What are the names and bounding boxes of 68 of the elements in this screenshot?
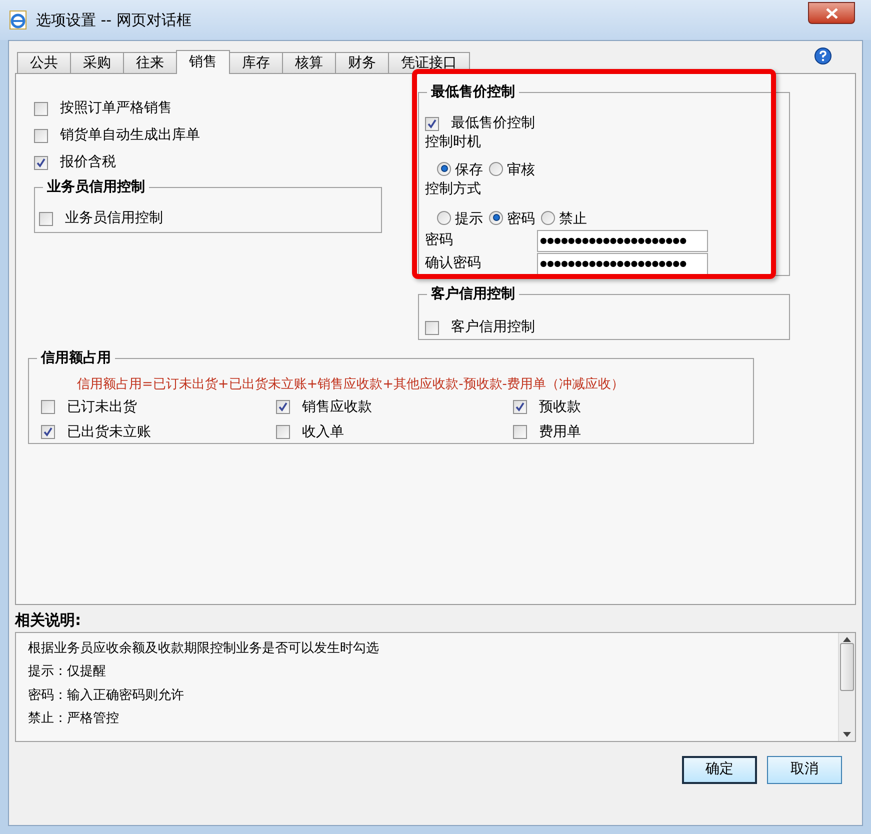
- checkmark-icon: [36, 158, 46, 168]
- password-field[interactable]: ●●●●●●●●●●●●●●●●●●●●●: [537, 252, 708, 274]
- radio-label: 保存: [455, 161, 483, 180]
- note-line: 提示：仅提醒: [28, 663, 107, 681]
- checkbox-label: 已订未出货: [67, 398, 137, 416]
- password-field[interactable]: ●●●●●●●●●●●●●●●●●●●●●: [537, 230, 708, 252]
- window-title: 选项设置 -- 网页对话框: [36, 10, 192, 31]
- dialog-button[interactable]: 确定: [682, 756, 757, 784]
- note-line: 密码：输入正确密码则允许: [28, 686, 185, 704]
- checkmark-icon: [278, 402, 288, 412]
- checkbox[interactable]: [39, 212, 53, 226]
- checkbox-label: 客户信用控制: [451, 318, 535, 337]
- checkbox[interactable]: [276, 425, 290, 439]
- tab[interactable]: 库存: [229, 52, 283, 73]
- radio-button[interactable]: [489, 162, 503, 176]
- checkbox[interactable]: [425, 320, 439, 334]
- checkmark-icon: [43, 427, 53, 437]
- checkbox[interactable]: [34, 128, 48, 142]
- radio-label: 禁止: [559, 210, 587, 229]
- checkbox[interactable]: [276, 400, 290, 414]
- checkbox-label: 业务员信用控制: [65, 209, 163, 228]
- formula-text: 信用额占用=已订未出货+已出货未立账+销售应收款+其他应收款-预收款-费用单（冲减应收）: [76, 376, 625, 394]
- checkbox-label: 销货单自动生成出库单: [60, 126, 200, 145]
- radio-button[interactable]: [541, 210, 555, 224]
- checkbox[interactable]: [513, 425, 527, 439]
- checkbox-label: 按照订单严格销售: [60, 99, 172, 118]
- checkbox-label: 预收款: [539, 398, 581, 416]
- radio-button[interactable]: [437, 210, 451, 224]
- radio-label: 密码: [507, 210, 535, 229]
- checkbox[interactable]: [34, 156, 48, 170]
- checkbox[interactable]: [425, 116, 439, 130]
- checkmark-icon: [427, 118, 437, 128]
- checkbox[interactable]: [513, 400, 527, 414]
- checkbox-label: 销售应收款: [302, 398, 372, 416]
- dialog-button[interactable]: 取消: [767, 756, 842, 784]
- checkbox[interactable]: [41, 425, 55, 439]
- section-label: 控制方式: [425, 181, 482, 197]
- field-label: 密码: [425, 231, 454, 250]
- tab[interactable]: 销售: [176, 50, 230, 74]
- checkbox[interactable]: [41, 400, 55, 414]
- help-icon[interactable]: [814, 47, 832, 65]
- radio-button[interactable]: [437, 162, 451, 176]
- tab[interactable]: 公共: [17, 52, 71, 73]
- checkbox-label: 报价含税: [60, 153, 116, 172]
- checkbox-label: 最低售价控制: [451, 114, 535, 133]
- tab[interactable]: 往来: [123, 52, 177, 73]
- checkbox-label: 费用单: [539, 422, 581, 442]
- radio-button[interactable]: [489, 210, 503, 224]
- section-label: 控制时机: [425, 134, 482, 150]
- scrollbar[interactable]: [838, 632, 855, 740]
- checkbox-label: 收入单: [302, 422, 344, 442]
- tab[interactable]: 核算: [282, 52, 336, 73]
- scroll-down-icon[interactable]: [843, 732, 851, 736]
- note-line: 根据业务员应收余额及收款期限控制业务是否可以发生时勾选: [28, 640, 380, 658]
- note-line: 禁止：严格管控: [28, 710, 120, 728]
- radio-label: 提示: [455, 210, 483, 229]
- scroll-thumb[interactable]: [840, 642, 854, 690]
- checkmark-icon: [515, 402, 525, 412]
- section-title: 相关说明:: [15, 610, 82, 631]
- tab[interactable]: 采购: [70, 52, 124, 73]
- browser-logo-icon: [8, 10, 28, 30]
- radio-label: 审核: [507, 161, 535, 180]
- tab[interactable]: 财务: [335, 52, 389, 73]
- checkbox[interactable]: [34, 102, 48, 116]
- checkbox-label: 已出货未立账: [67, 422, 151, 442]
- close-button[interactable]: [808, 2, 855, 24]
- field-label: 确认密码: [425, 254, 482, 272]
- close-icon: [826, 8, 838, 18]
